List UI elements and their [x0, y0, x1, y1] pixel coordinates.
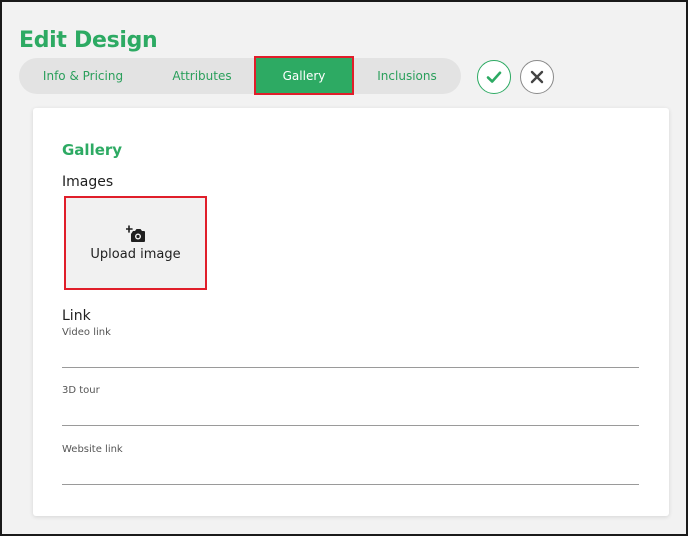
tab-attributes[interactable]: Attributes — [147, 58, 257, 94]
images-label: Images — [62, 174, 114, 190]
tab-gallery[interactable]: Gallery — [255, 58, 353, 94]
confirm-button[interactable] — [477, 60, 511, 94]
close-icon — [530, 70, 544, 84]
3d-tour-label: 3D tour — [62, 385, 100, 396]
app-frame: Edit Design Info & Pricing Attributes Ga… — [0, 0, 688, 536]
video-link-input[interactable] — [62, 344, 639, 368]
section-title: Gallery — [62, 141, 123, 159]
gallery-card: Gallery Images Upload image Link Video l… — [33, 108, 669, 516]
link-label: Link — [62, 308, 91, 324]
website-link-input[interactable] — [62, 461, 639, 485]
3d-tour-input[interactable] — [62, 402, 639, 426]
tab-inclusions[interactable]: Inclusions — [353, 58, 461, 94]
3d-tour-field: 3D tour — [62, 385, 639, 426]
upload-image-label: Upload image — [90, 246, 181, 262]
video-link-label: Video link — [62, 327, 111, 338]
website-link-field: Website link — [62, 444, 639, 485]
cancel-button[interactable] — [520, 60, 554, 94]
add-photo-icon — [125, 224, 145, 242]
tab-bar: Info & Pricing Attributes Gallery Inclus… — [19, 58, 461, 94]
check-icon — [486, 71, 502, 83]
upload-image-button[interactable]: Upload image — [64, 196, 207, 290]
website-link-label: Website link — [62, 444, 123, 455]
page-title: Edit Design — [19, 28, 158, 53]
video-link-field: Video link — [62, 327, 639, 368]
tab-info-pricing[interactable]: Info & Pricing — [19, 58, 147, 94]
